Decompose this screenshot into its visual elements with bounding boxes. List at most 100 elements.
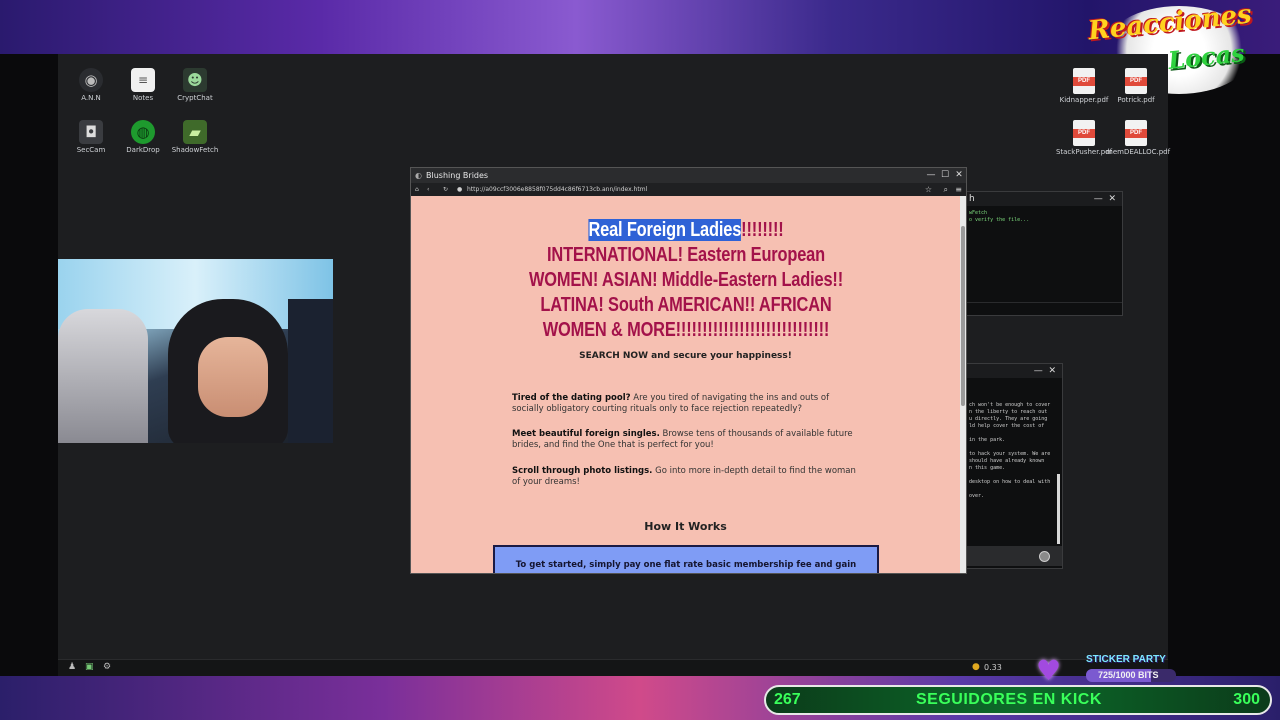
message-line: desktop on how to deal with [969, 479, 1051, 485]
sticker-party-title: STICKER PARTY [1086, 654, 1166, 665]
follower-goal-bar: 267 SEGUIDORES EN KICK 300 [764, 685, 1272, 715]
desktop-icon-cryptchat[interactable]: ☻ CryptChat [165, 68, 225, 102]
message-line: should have already known [969, 458, 1045, 464]
minimize-button[interactable]: — [924, 168, 938, 183]
message-input-bar[interactable] [967, 546, 1062, 566]
paragraph-photo-listings: Scroll through photo listings. Go into m… [512, 466, 862, 488]
message-line: u directly. They are going [969, 416, 1048, 422]
notes-icon: ≡ [131, 68, 155, 92]
lock-icon: ● [457, 186, 463, 193]
message-line [969, 486, 1060, 493]
message-line: over. [969, 493, 985, 499]
browser-toolbar: ⌂ ‹ ↻ ● http://a09ccf3006e8858f075dd4c86… [411, 183, 966, 196]
message-line [969, 444, 1060, 451]
taskbar: ♟ ▣ ⚙ ● 0.33 [58, 659, 1168, 677]
sticker-party-progress-text: 725/1000 BITS [1098, 670, 1159, 680]
terminal-line: o verify the file... [969, 217, 1030, 223]
message-line: n this game. [969, 465, 1006, 471]
window-title: Blushing Brides [426, 171, 489, 180]
membership-box-text: To get started, simply pay one flat rate… [515, 560, 857, 570]
icon-label: Notes [132, 94, 154, 102]
scrollbar-thumb[interactable] [961, 226, 965, 406]
desktop-file-kidnapper[interactable]: PDF Kidnapper.pdf [1054, 68, 1114, 104]
icon-label: CryptChat [177, 94, 213, 102]
close-button[interactable]: ✕ [952, 168, 966, 183]
send-icon[interactable] [1039, 551, 1050, 562]
maximize-button[interactable]: ☐ [938, 168, 952, 183]
message-line: ch won't be enough to cover [969, 402, 1051, 408]
green-globe-icon: ◍ [131, 120, 155, 144]
icon-label: Kidnapper.pdf [1059, 96, 1109, 104]
heart-icon: ♥ [1036, 654, 1062, 687]
window-titlebar: h — ✕ [967, 192, 1122, 206]
how-it-works-heading: How It Works [644, 520, 727, 533]
desktop-icon-darkdrop[interactable]: ◍ DarkDrop [113, 120, 173, 154]
pdf-file-icon: PDF [1073, 68, 1095, 94]
minimize-button[interactable]: — [1034, 366, 1043, 376]
close-button[interactable]: ✕ [1108, 194, 1116, 204]
balance-value: 0.33 [984, 663, 1002, 672]
desktop-icon-notes[interactable]: ≡ Notes [113, 68, 173, 102]
globe-dark-icon: ◉ [79, 68, 103, 92]
window-scrollbar[interactable] [1057, 474, 1060, 544]
paragraph-lead: Scroll through photo listings. [512, 466, 653, 476]
stream-right-border [1168, 54, 1280, 680]
pdf-badge: PDF [1125, 77, 1147, 86]
highlighted-text: Real Foreign Ladies [588, 219, 742, 241]
streamer-face [198, 337, 268, 417]
window-titlebar: — ✕ [967, 364, 1062, 378]
desktop-icon-seccam[interactable]: ◘ SecCam [61, 120, 121, 154]
hacker-icon: ☻ [183, 68, 207, 92]
folder-icon: ▰ [183, 120, 207, 144]
followers-goal: 300 [1233, 691, 1260, 708]
close-button[interactable]: ✕ [1048, 366, 1056, 376]
page-headline: Real Foreign Ladies!!!!!!!! INTERNATIONA… [526, 218, 846, 343]
coin-icon: ● [972, 662, 980, 672]
icon-label: ShadowFetch [171, 146, 219, 154]
terminal-line: wFetch [969, 210, 988, 216]
refresh-icon[interactable]: ↻ [443, 183, 448, 196]
pdf-badge: PDF [1073, 77, 1095, 86]
message-line: to hack your system. We are [969, 451, 1051, 457]
paragraph-lead: Meet beautiful foreign singles. [512, 429, 660, 439]
desktop-icon-ann[interactable]: ◉ A.N.N [61, 68, 121, 102]
pdf-file-icon: PDF [1125, 120, 1147, 146]
url-field[interactable]: http://a09ccf3006e8858f075dd4c86f6713cb.… [467, 183, 647, 196]
icon-label: SecCam [76, 146, 106, 154]
desktop-file-memdealloc[interactable]: PDF memDEALLOC.pdf [1106, 120, 1170, 156]
background-terminal-window[interactable]: h — ✕ wFetch o verify the file... [966, 191, 1123, 316]
desktop-icon-shadowfetch[interactable]: ▰ ShadowFetch [165, 120, 225, 154]
followers-label: SEGUIDORES EN KICK [916, 691, 1102, 708]
home-icon[interactable]: ⌂ [415, 183, 419, 196]
pdf-file-icon: PDF [1125, 68, 1147, 94]
desktop-file-stackpusher[interactable]: PDF StackPusher.pdf [1054, 120, 1114, 156]
pdf-badge: PDF [1073, 129, 1095, 138]
bookmark-star-icon[interactable]: ☆ [925, 183, 932, 196]
icon-label: StackPusher.pdf [1055, 148, 1113, 156]
icon-label: Potrick.pdf [1117, 96, 1155, 104]
minimize-button[interactable]: — [1094, 194, 1103, 204]
desktop-file-potrick[interactable]: PDF Potrick.pdf [1106, 68, 1166, 104]
settings-icon[interactable]: ⚙ [103, 662, 111, 672]
message-line [969, 472, 1060, 479]
start-icon[interactable]: ♟ [68, 662, 76, 672]
paragraph-foreign-singles: Meet beautiful foreign singles. Browse t… [512, 429, 862, 451]
background-message-window[interactable]: — ✕ ch won't be enough to cover n the li… [966, 363, 1063, 569]
back-icon[interactable]: ‹ [427, 183, 429, 196]
zoom-icon[interactable]: ⌕ [944, 183, 948, 196]
message-line [969, 430, 1060, 437]
search-now-tagline: SEARCH NOW and secure your happiness! [579, 351, 792, 361]
browser-window[interactable]: ◐ Blushing Brides — ☐ ✕ ⌂ ‹ ↻ ● http://a… [410, 167, 967, 574]
icon-label: DarkDrop [126, 146, 160, 154]
menu-icon[interactable]: ≡ [955, 183, 962, 196]
monitor-icon[interactable]: ▣ [85, 662, 94, 672]
camera-icon: ◘ [79, 120, 103, 144]
page-scrollbar[interactable] [960, 196, 966, 573]
page-content[interactable]: Real Foreign Ladies!!!!!!!! INTERNATIONA… [411, 196, 960, 573]
paragraph-lead: Tired of the dating pool? [512, 393, 631, 403]
message-line: ld help cover the cost of [969, 423, 1045, 429]
paragraph-dating-pool: Tired of the dating pool? Are you tired … [512, 393, 862, 415]
icon-label: A.N.N [81, 94, 101, 102]
message-line: n the liberty to reach out [969, 409, 1048, 415]
followers-current: 267 [774, 691, 801, 708]
